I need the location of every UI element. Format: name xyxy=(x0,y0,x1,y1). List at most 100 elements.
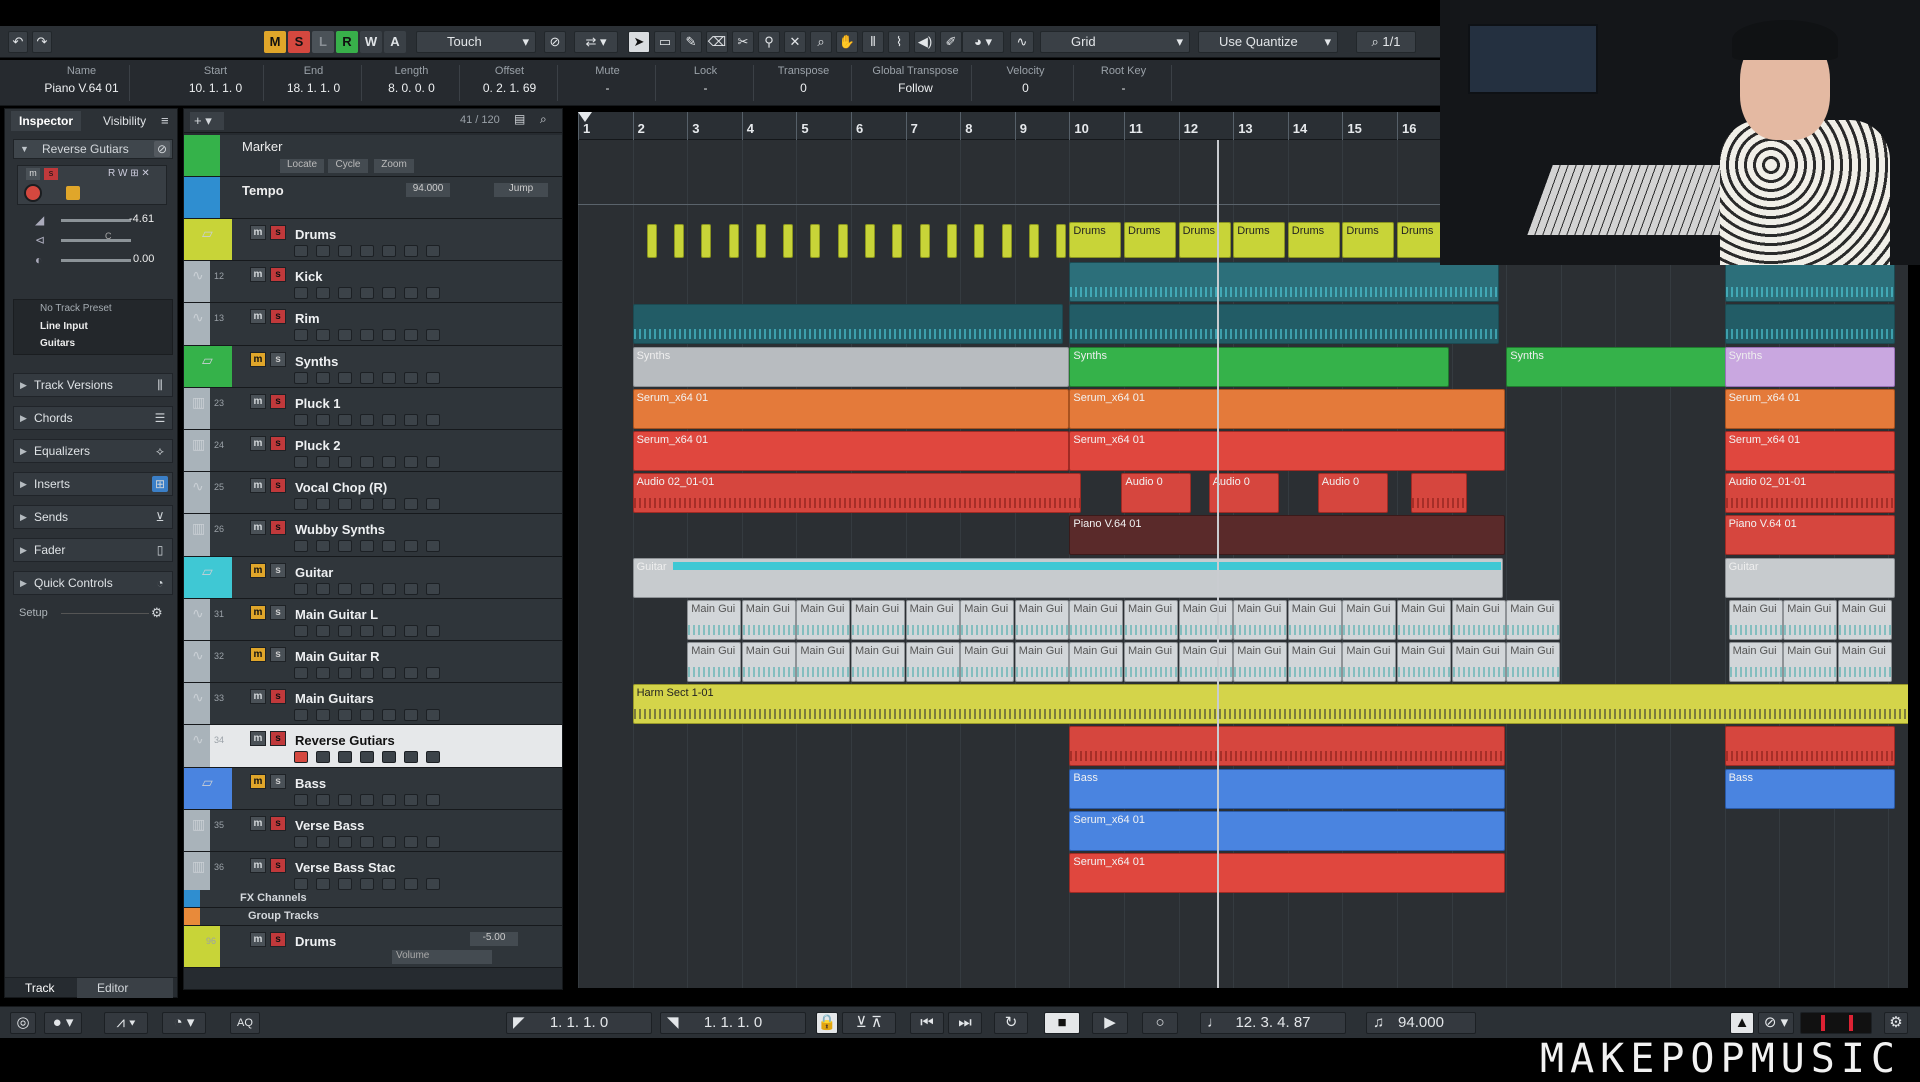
main-guitar-r-event[interactable]: Main Gui xyxy=(905,642,960,682)
synths-folder-part[interactable]: Synths xyxy=(1724,346,1895,387)
read-button[interactable] xyxy=(382,835,396,848)
automation-parameter[interactable]: Volume xyxy=(392,950,492,964)
monitor-button[interactable] xyxy=(316,371,330,384)
read-button[interactable] xyxy=(382,793,396,806)
write-button[interactable] xyxy=(404,624,418,637)
tab-visibility[interactable]: Visibility xyxy=(95,111,154,131)
section-chords[interactable]: ▶ Chords ☰ xyxy=(13,406,173,430)
track-controls[interactable] xyxy=(294,667,554,681)
link-button[interactable] xyxy=(360,624,374,637)
link-button[interactable] xyxy=(360,793,374,806)
aq-button[interactable]: AQ xyxy=(230,1012,260,1034)
info-velocity[interactable]: Velocity 0 xyxy=(978,65,1074,101)
main-guitar-r-event[interactable]: Main Gui xyxy=(1506,642,1561,682)
undo-icon[interactable]: ↶ xyxy=(8,31,28,53)
playhead[interactable] xyxy=(1217,140,1219,988)
mute-button[interactable]: m xyxy=(250,815,266,831)
mute-button[interactable]: m xyxy=(250,351,266,367)
main-guitar-l-event[interactable]: Main Gui xyxy=(1124,599,1178,640)
drum-part[interactable] xyxy=(783,224,794,258)
guitar-folder-part[interactable]: Guitar xyxy=(1724,557,1895,598)
main-guitar-r-event[interactable]: Main Gui xyxy=(1397,642,1451,682)
zoom-select[interactable]: Zoom xyxy=(374,159,414,173)
object-selection-tool-icon[interactable]: ➤ xyxy=(628,31,650,53)
edit-icon[interactable]: ⊘ xyxy=(154,141,170,157)
track-controls[interactable] xyxy=(294,371,554,386)
position-display[interactable]: ♩ 12. 3. 4. 87 xyxy=(1200,1012,1346,1034)
read-button[interactable] xyxy=(382,582,396,595)
rim-event[interactable] xyxy=(1069,304,1500,345)
edit-button[interactable] xyxy=(338,667,352,679)
erase-tool-icon[interactable]: ⌫ xyxy=(706,31,728,53)
monitor-button[interactable] xyxy=(316,329,330,342)
main-guitar-r-event[interactable]: Main Gui xyxy=(1233,642,1288,682)
write-button[interactable] xyxy=(404,371,418,384)
wubby-event[interactable]: Piano V.64 01 xyxy=(1724,515,1895,556)
read-button[interactable] xyxy=(382,540,396,553)
read-button[interactable] xyxy=(382,413,396,426)
track-row[interactable]: ▥ 35 m s Verse Bass xyxy=(184,809,562,852)
info-offset[interactable]: Offset 0. 2. 1. 69 xyxy=(462,65,558,101)
drum-part[interactable] xyxy=(946,224,957,258)
read-button[interactable] xyxy=(382,709,396,722)
drums-folder-part[interactable]: Drums xyxy=(1342,222,1395,258)
edit-button[interactable] xyxy=(338,793,352,806)
drum-part[interactable] xyxy=(837,224,848,258)
track-row[interactable]: ∿ 31 m s Main Guitar L xyxy=(184,598,562,641)
track-row[interactable]: ▥ 26 m s Wubby Synths xyxy=(184,514,562,557)
link-button[interactable] xyxy=(360,751,374,764)
draw-tool-icon[interactable]: ✎ xyxy=(680,31,702,53)
main-guitar-r-event[interactable]: Main Gui xyxy=(1728,642,1783,682)
track-controls[interactable] xyxy=(294,329,554,343)
monitor-button[interactable] xyxy=(316,751,330,764)
solo-button[interactable]: s xyxy=(270,436,286,451)
track-controls[interactable] xyxy=(294,245,554,259)
write-button[interactable] xyxy=(404,709,418,722)
edit-button[interactable] xyxy=(338,751,352,764)
tab-track[interactable]: Track xyxy=(25,981,55,995)
drums-folder-part[interactable]: Drums xyxy=(1069,222,1122,258)
monitor-button[interactable] xyxy=(66,186,80,200)
mute-button[interactable]: m xyxy=(250,225,266,240)
snap-type-select[interactable]: Grid ▾ xyxy=(1040,31,1190,53)
write-button[interactable] xyxy=(404,582,418,595)
left-locator[interactable]: ◤ 1. 1. 1. 0 xyxy=(506,1012,652,1034)
drums-folder-part[interactable]: Drums xyxy=(1124,222,1176,258)
link-button[interactable] xyxy=(360,878,374,890)
mute-button[interactable]: m xyxy=(250,562,266,578)
read-automation-button[interactable]: R xyxy=(336,31,358,53)
group-volume-value[interactable]: -5.00 xyxy=(470,932,518,946)
lock-icon[interactable]: 🔒 xyxy=(816,1012,838,1034)
record-button[interactable] xyxy=(294,371,308,384)
track-row[interactable]: ▱ m s Guitar xyxy=(184,556,562,599)
tempo-value[interactable]: 94.000 xyxy=(406,183,450,197)
info-length[interactable]: Length 8. 0. 0. 0 xyxy=(364,65,460,101)
write-button[interactable] xyxy=(404,878,418,890)
folder-icon[interactable]: ▱ xyxy=(202,774,213,791)
record-button[interactable] xyxy=(294,582,308,595)
kick-event[interactable] xyxy=(1069,262,1500,303)
color-tool-icon[interactable]: ✐ xyxy=(940,31,962,53)
vocal-chop-event[interactable]: Audio 0 xyxy=(1317,473,1388,514)
metronome-icon[interactable]: ▲ xyxy=(1730,1012,1754,1034)
track-controls[interactable] xyxy=(294,793,554,808)
main-guitar-l-event[interactable]: Main Gui xyxy=(1837,599,1892,640)
write-button[interactable] xyxy=(404,498,418,511)
record-button[interactable] xyxy=(294,329,308,342)
record-button[interactable] xyxy=(294,245,308,257)
punch-icons[interactable]: ⊻ ⊼ xyxy=(842,1012,896,1034)
transport-settings-icon[interactable]: ⚙ xyxy=(1884,1012,1908,1034)
performance-icon[interactable]: ◔ ▾ xyxy=(162,1012,206,1034)
monitor-button[interactable] xyxy=(316,540,330,553)
monitor-button[interactable] xyxy=(316,624,330,637)
info-lock[interactable]: Lock - xyxy=(658,65,754,101)
locate-select[interactable]: Locate xyxy=(280,159,324,173)
edit-button[interactable] xyxy=(338,540,352,553)
ruler[interactable]: 1 2 3 4 5 6 7 8 9 10 11 12 13 14 15 16 xyxy=(578,112,1440,140)
solo-button[interactable]: s xyxy=(270,731,286,747)
read-button[interactable] xyxy=(382,329,396,342)
volume-fader[interactable] xyxy=(61,219,131,222)
lanes-button[interactable] xyxy=(426,709,440,722)
right-locator[interactable]: ◥ 1. 1. 1. 0 xyxy=(660,1012,806,1034)
drum-part[interactable] xyxy=(646,224,657,258)
